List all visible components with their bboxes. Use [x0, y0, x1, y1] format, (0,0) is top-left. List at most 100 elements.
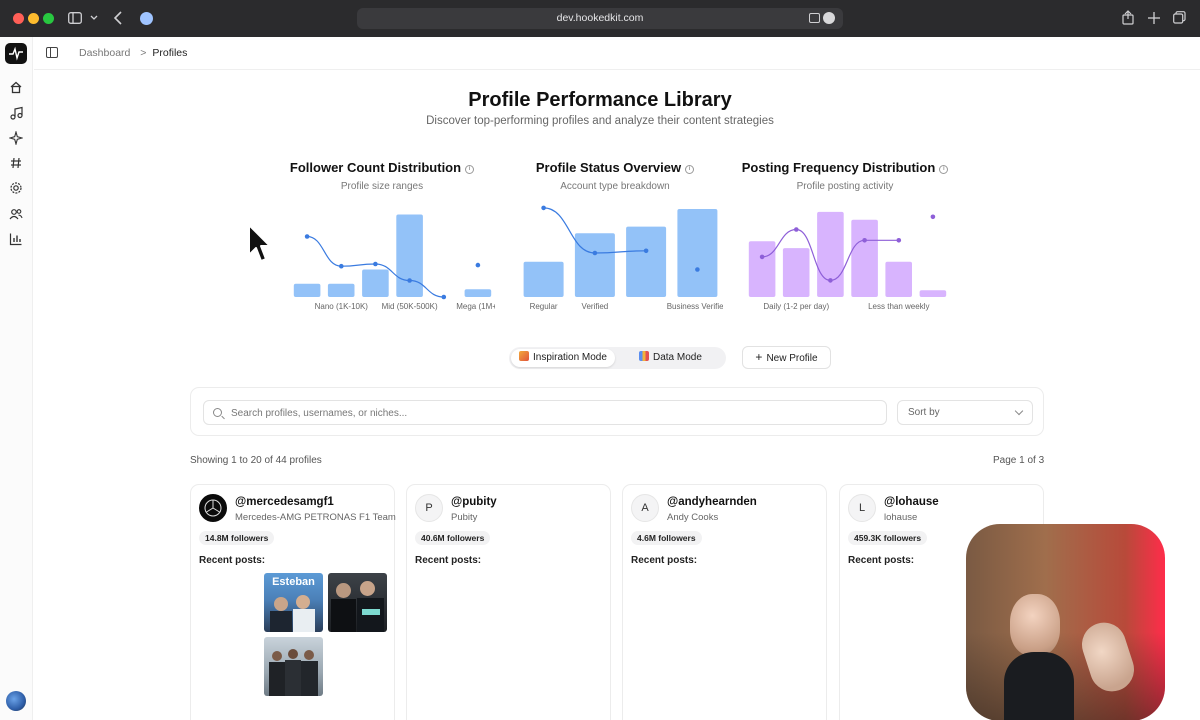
new-tab-icon[interactable]	[1148, 12, 1160, 24]
profile-name: Mercedes-AMG PETRONAS F1 Team	[235, 512, 396, 523]
search-input[interactable]	[231, 405, 871, 421]
translate-icon[interactable]	[809, 13, 820, 23]
recent-posts-label: Recent posts:	[199, 555, 266, 566]
chart-tick-label: Business Verified	[667, 302, 723, 311]
profile-name: Pubity	[451, 512, 478, 523]
breadcrumb-dashboard[interactable]: Dashboard	[79, 47, 130, 59]
recent-posts-label: Recent posts:	[415, 555, 482, 566]
zoom-window-button[interactable]	[43, 13, 54, 24]
breadcrumb-separator: >	[140, 47, 147, 59]
chart-point	[862, 238, 867, 243]
recent-posts-label: Recent posts:	[848, 555, 915, 566]
more-options-icon[interactable]	[823, 12, 835, 24]
info-icon[interactable]: i	[939, 165, 949, 174]
chart-bar	[748, 241, 776, 297]
address-bar[interactable]: dev.hookedkit.com	[357, 8, 843, 29]
profile-handle[interactable]: @lohause	[884, 496, 939, 508]
tab-overview-icon[interactable]	[1173, 11, 1186, 24]
thumbnail-caption: Esteban	[272, 576, 315, 588]
results-count: Showing 1 to 20 of 44 profiles	[190, 455, 322, 466]
close-window-button[interactable]	[13, 13, 24, 24]
inspiration-mode-button[interactable]: Inspiration Mode	[511, 349, 615, 367]
webcam-overlay	[966, 524, 1165, 720]
post-thumbnail[interactable]	[264, 637, 323, 696]
info-icon[interactable]: i	[465, 165, 475, 174]
settings-gear-icon[interactable]	[9, 181, 23, 195]
hashtag-icon[interactable]	[9, 156, 23, 170]
chart-bar	[817, 211, 844, 297]
chart-point	[441, 294, 447, 300]
share-icon[interactable]	[1122, 10, 1134, 25]
minimize-window-button[interactable]	[28, 13, 39, 24]
chart-bar	[626, 226, 667, 297]
chart-tick-label: Less than weekly	[868, 302, 929, 311]
panel-toggle-icon[interactable]	[46, 47, 58, 58]
chart-point	[339, 263, 344, 269]
site-favicon-icon	[140, 12, 153, 25]
followers-badge: 4.6M followers	[631, 531, 702, 545]
posting-chart-header: Posting Frequency Distribution i Profile …	[730, 160, 960, 192]
chart-bar	[782, 248, 810, 297]
chart-bar	[327, 283, 355, 297]
inspiration-mode-label: Inspiration Mode	[533, 352, 607, 363]
filter-bar: Sort by	[190, 387, 1044, 436]
chart-bar	[851, 219, 878, 297]
recent-posts-label: Recent posts:	[631, 555, 698, 566]
chart-bar	[523, 261, 564, 297]
profile-card[interactable]: A @andyhearnden Andy Cooks 4.6M follower…	[622, 484, 827, 720]
post-thumbnail[interactable]	[328, 573, 387, 632]
profile-handle[interactable]: @andyhearnden	[667, 496, 757, 508]
chart-tick-label: Verified	[582, 302, 609, 311]
followers-badge: 40.6M followers	[415, 531, 491, 545]
data-mode-button[interactable]: Data Mode	[631, 349, 710, 367]
chart-point	[304, 234, 310, 239]
profile-handle[interactable]: @mercedesamgf1	[235, 496, 334, 508]
chart-point	[759, 254, 765, 260]
info-icon[interactable]: i	[685, 165, 695, 174]
data-mode-label: Data Mode	[653, 352, 702, 363]
page-subtitle: Discover top-performing profiles and ana…	[426, 115, 774, 127]
chart-point	[592, 250, 598, 256]
profile-handle[interactable]: @pubity	[451, 496, 497, 508]
chart-bar	[293, 283, 321, 297]
chart-subtitle: Account type breakdown	[560, 181, 670, 192]
users-icon[interactable]	[9, 207, 23, 221]
sort-select[interactable]: Sort by	[897, 400, 1033, 425]
chart-point	[896, 238, 902, 243]
search-box[interactable]	[203, 400, 887, 425]
palette-icon	[519, 351, 529, 361]
chevron-down-icon[interactable]	[90, 15, 98, 21]
chart-point	[794, 227, 799, 232]
profile-card[interactable]: P @pubity Pubity 40.6M followers Recent …	[406, 484, 611, 720]
post-thumbnail[interactable]: Esteban	[264, 573, 323, 632]
profile-avatar: P	[415, 494, 443, 522]
sidebar-toggle-icon[interactable]	[68, 12, 82, 24]
back-arrow-icon[interactable]	[114, 11, 122, 25]
sparkles-icon[interactable]	[9, 131, 23, 145]
user-avatar[interactable]	[6, 691, 26, 711]
page-title: Profile Performance Library	[468, 89, 732, 111]
chart-bar	[464, 289, 492, 297]
chart-point	[475, 262, 481, 268]
chart-point	[541, 205, 546, 211]
new-profile-button[interactable]: + New Profile	[742, 346, 831, 369]
status-chart-header: Profile Status Overview i Account type br…	[500, 160, 730, 192]
chart-bar	[677, 209, 718, 297]
profile-card[interactable]: @mercedesamgf1 Mercedes-AMG PETRONAS F1 …	[190, 484, 396, 720]
chart-bar	[885, 261, 912, 297]
profile-avatar	[199, 494, 227, 522]
chevron-down-icon	[1014, 406, 1024, 416]
plus-icon: +	[755, 350, 763, 364]
chart-point	[828, 278, 833, 283]
followers-badge: 459.3K followers	[848, 531, 928, 545]
app-logo[interactable]	[5, 43, 27, 64]
chart-title: Posting Frequency Distribution	[741, 160, 936, 175]
chart-bar	[362, 269, 389, 297]
breadcrumb: Dashboard > Profiles	[79, 47, 187, 59]
chart-title: Profile Status Overview	[535, 160, 682, 175]
analytics-chart-icon[interactable]	[9, 232, 23, 246]
chart-tick-label: Regular	[530, 302, 558, 311]
chart-point	[930, 214, 936, 220]
chart-bar	[919, 290, 947, 297]
page-indicator: Page 1 of 3	[993, 455, 1045, 466]
